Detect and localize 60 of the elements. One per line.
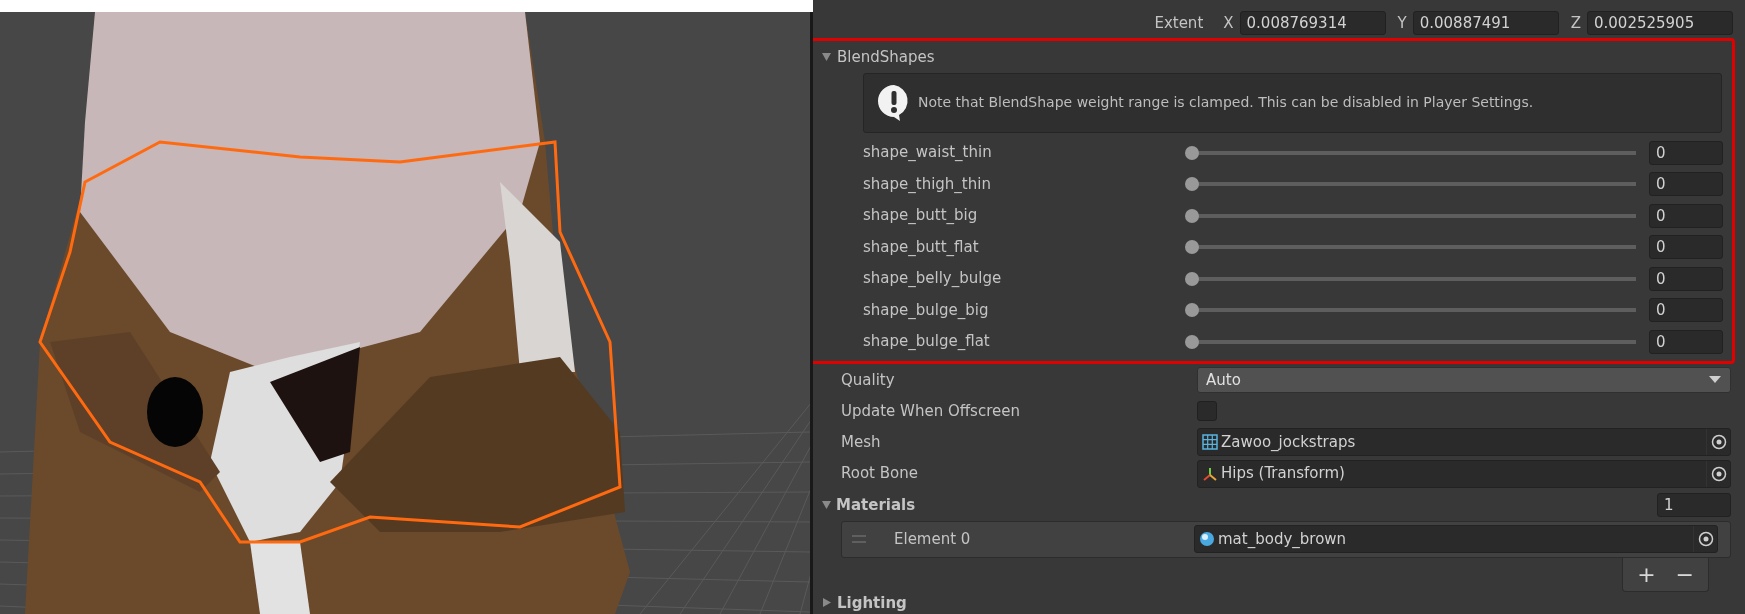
field-label: shape_thigh_thin <box>862 173 992 195</box>
field-label: Update When Offscreen <box>840 400 1021 422</box>
object-name: mat_body_brown <box>1218 529 1348 551</box>
slider-thumb[interactable] <box>1185 177 1199 191</box>
target-icon[interactable] <box>1710 434 1727 451</box>
remove-button[interactable]: − <box>1667 561 1702 588</box>
object-field[interactable]: Zawoo_jockstraps <box>1197 428 1731 457</box>
number-field[interactable]: 0 <box>1649 329 1723 354</box>
grid-icon <box>1202 434 1218 451</box>
sphere-icon <box>1199 531 1215 548</box>
number-field[interactable]: 1 <box>1657 492 1731 517</box>
field-label: shape_butt_big <box>862 205 979 227</box>
slider-thumb[interactable] <box>1185 271 1199 286</box>
field-label: shape_waist_thin <box>862 142 993 164</box>
slider-thumb[interactable] <box>1185 145 1199 160</box>
note-text: Note that BlendShape weight range is clamped. This can be disabled in Player Settings. <box>918 93 1534 113</box>
slider-thumb[interactable] <box>1185 334 1199 349</box>
dropdown[interactable]: Auto <box>1197 366 1731 393</box>
number-field[interactable]: 0 <box>1649 140 1723 165</box>
collapse-arrow-icon[interactable] <box>821 51 832 63</box>
drag-handle-icon[interactable] <box>852 535 866 544</box>
collapse-arrow-icon[interactable] <box>821 499 832 511</box>
object-field[interactable]: mat_body_brown <box>1194 525 1718 554</box>
axis-label: X <box>1223 12 1234 34</box>
target-icon[interactable] <box>1710 465 1727 482</box>
field-label: shape_bulge_flat <box>862 331 991 353</box>
checkbox[interactable] <box>1197 401 1217 422</box>
number-field[interactable]: 0 <box>1649 172 1723 196</box>
slider-thumb[interactable] <box>1185 208 1199 223</box>
add-button[interactable]: + <box>1629 561 1664 588</box>
number-field[interactable]: 0 <box>1649 298 1723 322</box>
field-label: shape_belly_bulge <box>862 268 1003 290</box>
number-field[interactable]: 0 <box>1649 203 1723 228</box>
axes-icon <box>1202 465 1218 482</box>
field-label: Mesh <box>840 432 882 454</box>
number-field[interactable]: 0 <box>1649 235 1723 259</box>
object-field[interactable]: Hips (Transform) <box>1197 459 1731 488</box>
field-label: Root Bone <box>840 463 919 485</box>
axis-label: Y <box>1397 12 1407 34</box>
field-label: shape_butt_flat <box>862 236 980 258</box>
number-field[interactable]: 0 <box>1649 266 1723 291</box>
number-field[interactable]: 0.00887491 <box>1412 10 1559 35</box>
field-label: Element 0 <box>894 529 972 551</box>
expand-arrow-icon[interactable] <box>821 597 832 609</box>
dropdown-value: Auto <box>1206 369 1241 391</box>
number-field[interactable]: 0.002525905 <box>1587 10 1733 35</box>
field-label: Quality <box>840 369 896 391</box>
slider-thumb[interactable] <box>1185 240 1199 254</box>
object-name: Hips (Transform) <box>1221 463 1346 485</box>
target-icon[interactable] <box>1697 531 1714 548</box>
field-label: Extent <box>1154 12 1204 34</box>
field-label: shape_bulge_big <box>862 299 990 321</box>
number-field[interactable]: 0.008769314 <box>1239 10 1386 35</box>
dropdown-arrow-icon <box>1708 375 1722 385</box>
section-title: BlendShapes <box>837 46 935 68</box>
object-name: Zawoo_jockstraps <box>1221 432 1357 454</box>
section-title: Materials <box>836 494 917 516</box>
axis-label: Z <box>1570 12 1581 34</box>
slider-thumb[interactable] <box>1185 303 1199 317</box>
section-title: Lighting <box>837 592 907 614</box>
